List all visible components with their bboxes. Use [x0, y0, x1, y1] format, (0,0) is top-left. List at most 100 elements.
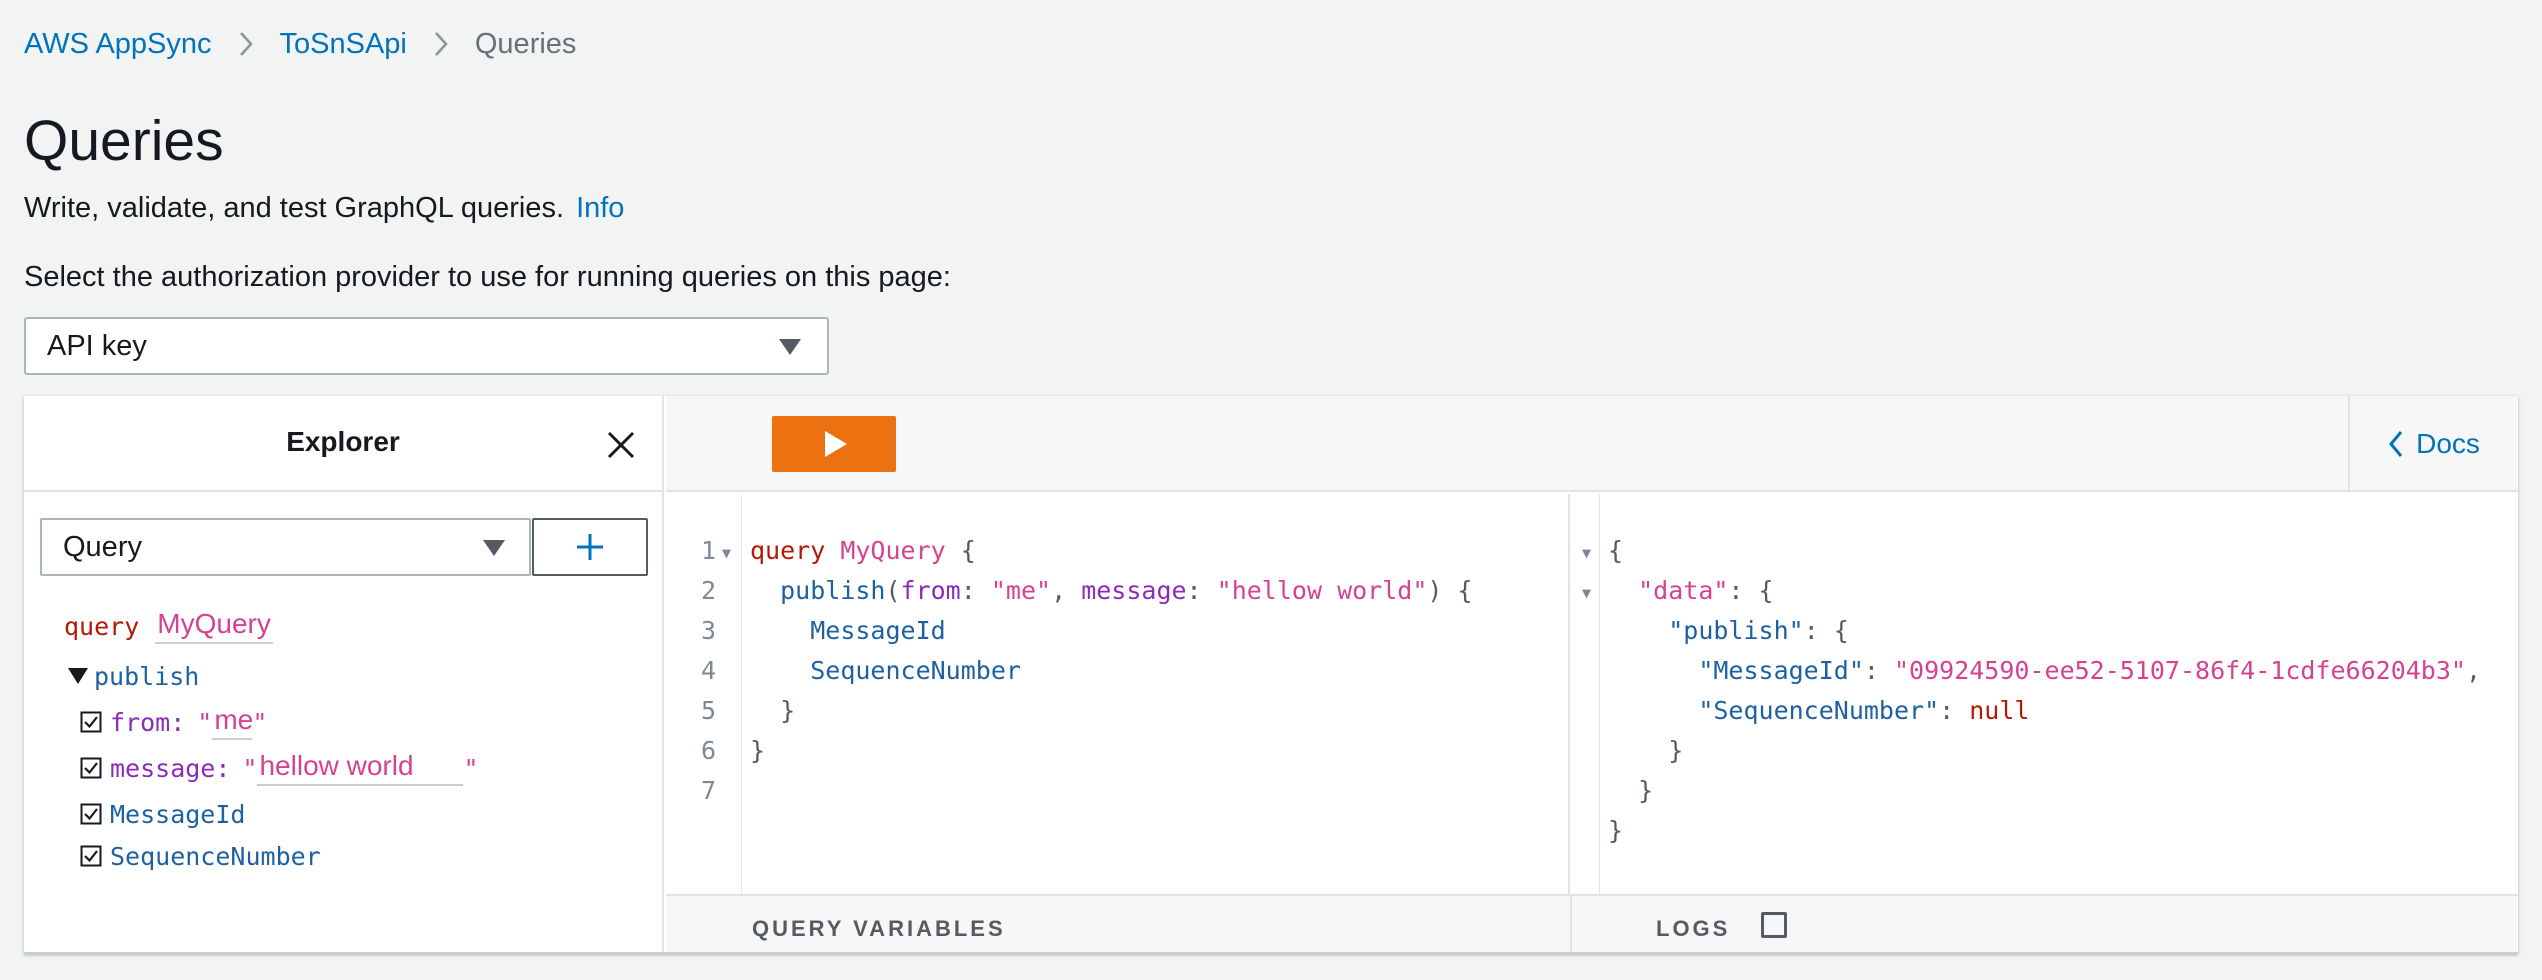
auth-provider-select[interactable]: API key: [24, 317, 829, 375]
logs-checkbox[interactable]: [1761, 912, 1787, 938]
query-workspace: Explorer Query query MyQuery publish fro…: [24, 396, 2518, 954]
json-colon: : {: [1728, 576, 1774, 605]
token-paren: ): [1427, 576, 1458, 605]
token-string: "me": [990, 576, 1052, 605]
token-paren: (: [885, 576, 901, 605]
tree-arg-from[interactable]: from: " me ": [80, 702, 267, 742]
bottom-bar: QUERY VARIABLES LOGS: [666, 894, 2518, 952]
token-argument: message: [1081, 576, 1187, 605]
token-field: SequenceNumber: [810, 656, 1021, 685]
tree-arg-message[interactable]: message: " hellow world ": [80, 748, 479, 788]
code-line: }: [750, 736, 765, 765]
json-key: "SequenceNumber": [1698, 696, 1940, 725]
quote-close: ": [252, 707, 268, 737]
operation-name-input[interactable]: MyQuery: [155, 608, 273, 644]
code-line: query MyQuery {: [750, 536, 976, 565]
json-key: "MessageId": [1698, 656, 1864, 685]
expand-triangle-icon[interactable]: [68, 668, 88, 684]
field-sequencenumber-label: SequenceNumber: [110, 841, 321, 871]
token-field: MessageId: [810, 616, 946, 645]
breadcrumb-appsync-link[interactable]: AWS AppSync: [24, 28, 212, 61]
chevron-right-icon: [433, 31, 449, 57]
tree-field-messageid[interactable]: MessageId: [80, 796, 245, 832]
result-line: }: [1608, 776, 1654, 805]
line-number: 2: [700, 576, 716, 605]
arg-message-input[interactable]: hellow world: [257, 750, 464, 786]
json-null-value: null: [1969, 696, 2030, 725]
json-string-value: "09924590-ee52-5107-86f4-1cdfe66204b3": [1894, 656, 2466, 685]
fold-arrow-icon[interactable]: ▼: [1582, 584, 1591, 602]
quote-close: ": [463, 753, 479, 783]
json-key: "data": [1638, 576, 1729, 605]
line-number: 7: [700, 776, 716, 805]
token-argument: from: [900, 576, 961, 605]
code-line: MessageId: [750, 616, 946, 645]
bottom-divider: [1570, 896, 1572, 952]
play-icon: [825, 431, 847, 457]
token-brace: {: [1457, 576, 1473, 605]
close-icon[interactable]: [606, 430, 636, 460]
caret-down-icon: [779, 339, 801, 355]
token-field: publish: [780, 576, 886, 605]
json-key: "publish": [1668, 616, 1804, 645]
chevron-right-icon: [238, 31, 254, 57]
tree-field-publish[interactable]: publish: [68, 658, 199, 694]
field-messageid-label: MessageId: [110, 799, 246, 829]
docs-label: Docs: [2416, 428, 2480, 459]
operation-type-value: Query: [63, 530, 142, 563]
code-line: SequenceNumber: [750, 656, 1021, 685]
fold-arrow-icon[interactable]: ▼: [722, 544, 731, 562]
info-link[interactable]: Info: [576, 192, 624, 224]
token-operation-name: MyQuery: [840, 536, 946, 565]
json-comma: ,: [2465, 656, 2482, 685]
logs-label: LOGS: [1656, 916, 1731, 941]
fold-arrow-icon[interactable]: ▼: [1582, 544, 1591, 562]
breadcrumb-current: Queries: [474, 27, 577, 60]
arg-from-input[interactable]: me: [212, 704, 253, 740]
page-description: Write, validate, and test GraphQL querie…: [24, 192, 624, 225]
query-editor[interactable]: 1 2 3 4 5 6 7 ▼ query MyQuery { publish(…: [666, 494, 1570, 894]
explorer-panel: Explorer Query query MyQuery publish fro…: [24, 396, 664, 952]
result-line: "data": {: [1608, 576, 1774, 605]
line-number: 5: [700, 696, 716, 725]
token-brace: }: [750, 736, 766, 765]
run-query-button[interactable]: [772, 416, 896, 472]
add-operation-button[interactable]: [532, 518, 648, 576]
tree-field-sequencenumber[interactable]: SequenceNumber: [80, 838, 321, 874]
auth-provider-value: API key: [47, 329, 147, 362]
token-brace: }: [780, 696, 796, 725]
quote-open: ": [242, 753, 258, 783]
code-line: }: [750, 696, 795, 725]
json-colon: : {: [1803, 616, 1849, 645]
arg-message-label: message:: [110, 753, 231, 783]
explorer-header: Explorer: [24, 396, 662, 492]
result-viewer: ▼ ▼ { "data": { "publish": { "MessageId"…: [1572, 494, 2518, 894]
result-line: {: [1608, 536, 1624, 565]
token-comma: ,: [1051, 576, 1082, 605]
result-line: }: [1608, 816, 1624, 845]
breadcrumb-api-link[interactable]: ToSnSApi: [280, 28, 407, 61]
explorer-title: Explorer: [286, 426, 400, 457]
token-brace: {: [960, 536, 976, 565]
line-number: 1: [700, 536, 716, 565]
quote-open: ": [197, 707, 213, 737]
query-variables-toggle[interactable]: QUERY VARIABLES: [752, 916, 1006, 942]
token-keyword: query: [750, 536, 826, 565]
chevron-left-icon: [2389, 431, 2403, 457]
checkbox-checked-icon[interactable]: [80, 711, 102, 733]
plus-icon: [577, 534, 603, 560]
checkbox-checked-icon[interactable]: [80, 845, 102, 867]
line-number: 4: [700, 656, 716, 685]
checkbox-checked-icon[interactable]: [80, 757, 102, 779]
operation-type-select[interactable]: Query: [40, 518, 531, 576]
tree-operation-row: query MyQuery: [64, 606, 273, 646]
result-line: "MessageId": "09924590-ee52-5107-86f4-1c…: [1608, 656, 2481, 685]
publish-field-label: publish: [94, 661, 200, 691]
line-number: 6: [700, 736, 716, 765]
checkbox-checked-icon[interactable]: [80, 803, 102, 825]
docs-button[interactable]: Docs: [2348, 396, 2518, 492]
page-title: Queries: [24, 109, 224, 173]
query-keyword: query: [64, 611, 140, 641]
token-colon: :: [960, 576, 991, 605]
breadcrumb: AWS AppSync ToSnSApi Queries: [24, 24, 576, 64]
